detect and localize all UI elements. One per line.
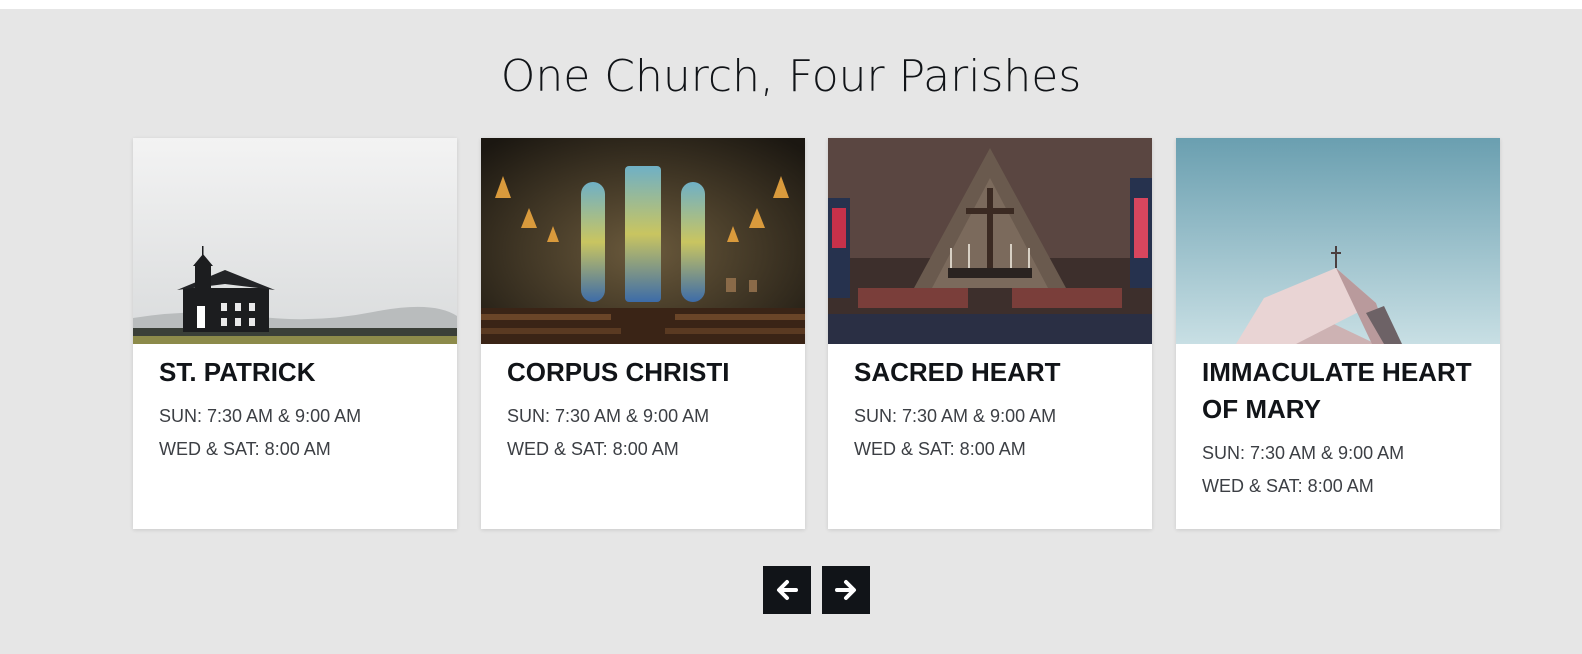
weekday-mass-times: WED & SAT: 8:00 AM [507, 439, 679, 459]
mass-times: SUN: 7:30 AM & 9:00 AM WED & SAT: 8:00 A… [854, 400, 1134, 466]
carousel-next-button[interactable] [822, 566, 870, 614]
weekday-mass-times: WED & SAT: 8:00 AM [1202, 476, 1374, 496]
mass-times: SUN: 7:30 AM & 9:00 AM WED & SAT: 8:00 A… [1202, 437, 1482, 503]
mass-times: SUN: 7:30 AM & 9:00 AM WED & SAT: 8:00 A… [159, 400, 439, 466]
parish-name: ST. PATRICK [159, 357, 316, 387]
arrow-right-icon [835, 580, 856, 600]
parish-photo-immaculate-heart-of-mary [1176, 138, 1500, 344]
parish-name: SACRED HEART [854, 357, 1061, 387]
parish-card-list: ST. PATRICK SUN: 7:30 AM & 9:00 AM WED &… [133, 138, 1501, 529]
arrow-left-icon [777, 580, 798, 600]
section-title: One Church, Four Parishes [500, 51, 1082, 102]
sunday-mass-times: SUN: 7:30 AM & 9:00 AM [507, 406, 710, 426]
parishes-section: One Church, Four Parishes ST. PATRICK SU… [0, 9, 1582, 654]
weekday-mass-times: WED & SAT: 8:00 AM [159, 439, 331, 459]
parish-card-corpus-christi[interactable]: CORPUS CHRISTI SUN: 7:30 AM & 9:00 AM WE… [481, 138, 805, 529]
sunday-mass-times: SUN: 7:30 AM & 9:00 AM [1202, 443, 1405, 463]
sunday-mass-times: SUN: 7:30 AM & 9:00 AM [159, 406, 362, 426]
parish-photo-corpus-christi [481, 138, 805, 344]
weekday-mass-times: WED & SAT: 8:00 AM [854, 439, 1026, 459]
parish-card-immaculate-heart-of-mary[interactable]: IMMACULATE HEART OF MARY SUN: 7:30 AM & … [1176, 138, 1500, 529]
parish-card-sacred-heart[interactable]: SACRED HEART SUN: 7:30 AM & 9:00 AM WED … [828, 138, 1152, 529]
parish-card-st-patrick[interactable]: ST. PATRICK SUN: 7:30 AM & 9:00 AM WED &… [133, 138, 457, 529]
parish-name: CORPUS CHRISTI [507, 357, 730, 387]
parish-photo-sacred-heart [828, 138, 1152, 344]
carousel-prev-button[interactable] [763, 566, 811, 614]
carousel-controls [763, 566, 870, 614]
mass-times: SUN: 7:30 AM & 9:00 AM WED & SAT: 8:00 A… [507, 400, 787, 466]
parish-name: IMMACULATE HEART OF MARY [1202, 357, 1472, 424]
sunday-mass-times: SUN: 7:30 AM & 9:00 AM [854, 406, 1057, 426]
parish-photo-st-patrick [133, 138, 457, 344]
